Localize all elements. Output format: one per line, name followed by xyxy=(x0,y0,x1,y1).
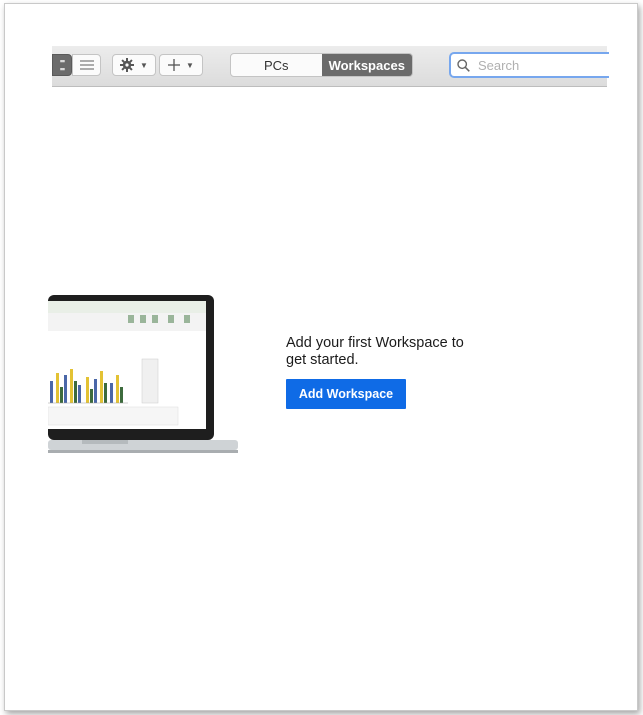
tab-pcs[interactable]: PCs xyxy=(231,54,322,76)
empty-state-message: Add your first Workspace to get started. xyxy=(286,335,464,368)
add-menu-button[interactable]: ▼ xyxy=(159,54,203,76)
toolbar: ▪▪ ▪▪ ▼ ▼ PCs Workspaces Search xyxy=(52,46,609,87)
gear-icon xyxy=(120,58,135,72)
settings-menu-button[interactable]: ▼ xyxy=(112,54,156,76)
app-window: ▪▪ ▪▪ ▼ ▼ PCs Workspaces Search Add your… xyxy=(4,3,638,711)
grid-view-icon: ▪▪ ▪▪ xyxy=(59,56,65,74)
search-input[interactable] xyxy=(476,56,600,74)
add-workspace-button[interactable]: Add Workspace xyxy=(286,379,406,409)
tab-workspaces[interactable]: Workspaces xyxy=(321,54,412,76)
search-field[interactable] xyxy=(449,52,609,78)
laptop-illustration xyxy=(48,295,238,453)
grid-view-button[interactable]: ▪▪ ▪▪ xyxy=(52,54,72,76)
search-icon xyxy=(457,58,470,72)
list-view-icon xyxy=(79,60,94,70)
view-segmented-control: PCs Workspaces xyxy=(230,53,413,77)
chevron-down-icon: ▼ xyxy=(186,60,194,70)
plus-icon xyxy=(168,59,181,71)
list-view-button[interactable] xyxy=(72,54,101,76)
chevron-down-icon: ▼ xyxy=(140,60,148,70)
